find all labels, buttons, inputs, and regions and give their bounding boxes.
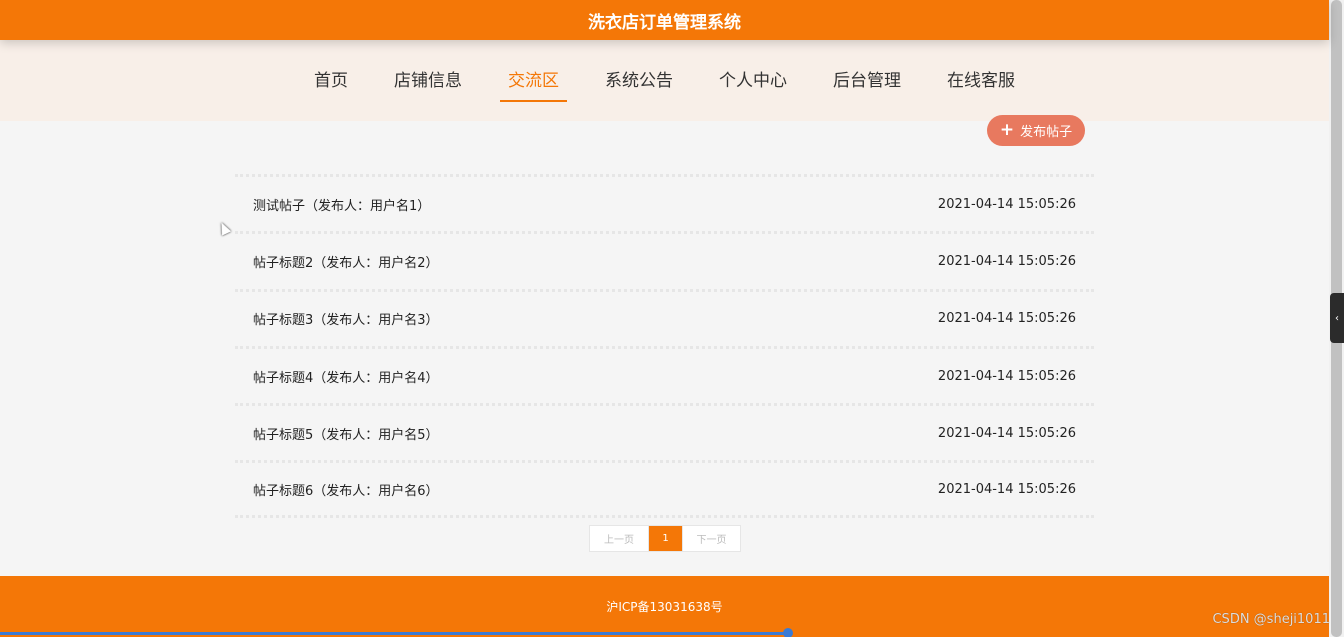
page: 洗衣店订单管理系统 首页 店铺信息 交流区 系统公告 个人中心 后台管理 在线客… [0,0,1329,637]
load-progress-bar [0,632,790,635]
list-item[interactable]: 帖子标题2（发布人：用户名2） 2021-04-14 15:05:26 [235,231,1094,288]
progress-knob [783,628,793,637]
side-panel-toggle[interactable]: ‹ [1330,293,1344,343]
nav-item-forum[interactable]: 交流区 [500,64,567,102]
post-title: 帖子标题4（发布人：用户名4） [253,370,439,386]
post-title: 帖子标题3（发布人：用户名3） [253,313,439,329]
nav-item-admin[interactable]: 后台管理 [825,64,909,98]
post-list: 测试帖子（发布人：用户名1） 2021-04-14 15:05:26 帖子标题2… [235,174,1094,518]
site-footer: 沪ICP备13031638号 [0,576,1329,637]
nav-item-home[interactable]: 首页 [306,64,356,98]
post-title: 帖子标题5（发布人：用户名5） [253,427,439,443]
nav-item-shop-info[interactable]: 店铺信息 [386,64,470,98]
nav-item-announcements[interactable]: 系统公告 [597,64,681,98]
post-time: 2021-04-14 15:05:26 [937,481,1076,497]
list-item[interactable]: 帖子标题4（发布人：用户名4） 2021-04-14 15:05:26 [235,345,1094,403]
chevron-left-icon: ‹ [1335,312,1339,324]
current-page-button[interactable]: 1 [648,526,682,551]
plus-icon: + [999,120,1015,140]
list-item[interactable]: 帖子标题5（发布人：用户名5） 2021-04-14 15:05:26 [235,403,1094,460]
list-item[interactable]: 帖子标题6（发布人：用户名6） 2021-04-14 15:05:26 [235,460,1094,518]
publish-post-button[interactable]: + 发布帖子 [987,115,1085,146]
post-title: 测试帖子（发布人：用户名1） [253,198,431,214]
post-time: 2021-04-14 15:05:26 [937,196,1076,212]
nav-item-online-service[interactable]: 在线客服 [939,64,1023,98]
post-time: 2021-04-14 15:05:26 [937,311,1076,327]
watermark: CSDN @sheji1011 [1212,612,1330,627]
post-title: 帖子标题2（发布人：用户名2） [253,255,439,271]
next-page-button[interactable]: 下一页 [682,526,740,551]
site-title: 洗衣店订单管理系统 [588,12,741,33]
pagination: 上一页 1 下一页 [589,525,741,552]
list-item[interactable]: 测试帖子（发布人：用户名1） 2021-04-14 15:05:26 [235,174,1094,231]
post-time: 2021-04-14 15:05:26 [937,368,1076,384]
main-nav: 首页 店铺信息 交流区 系统公告 个人中心 后台管理 在线客服 [0,40,1329,121]
nav-item-personal-center[interactable]: 个人中心 [711,64,795,98]
post-time: 2021-04-14 15:05:26 [937,425,1076,441]
post-time: 2021-04-14 15:05:26 [937,253,1076,269]
site-header: 洗衣店订单管理系统 [0,0,1329,40]
icp-record: 沪ICP备13031638号 [606,600,723,614]
publish-post-label: 发布帖子 [1020,125,1073,140]
prev-page-button[interactable]: 上一页 [590,526,648,551]
list-item[interactable]: 帖子标题3（发布人：用户名3） 2021-04-14 15:05:26 [235,288,1094,346]
post-title: 帖子标题6（发布人：用户名6） [253,483,439,499]
